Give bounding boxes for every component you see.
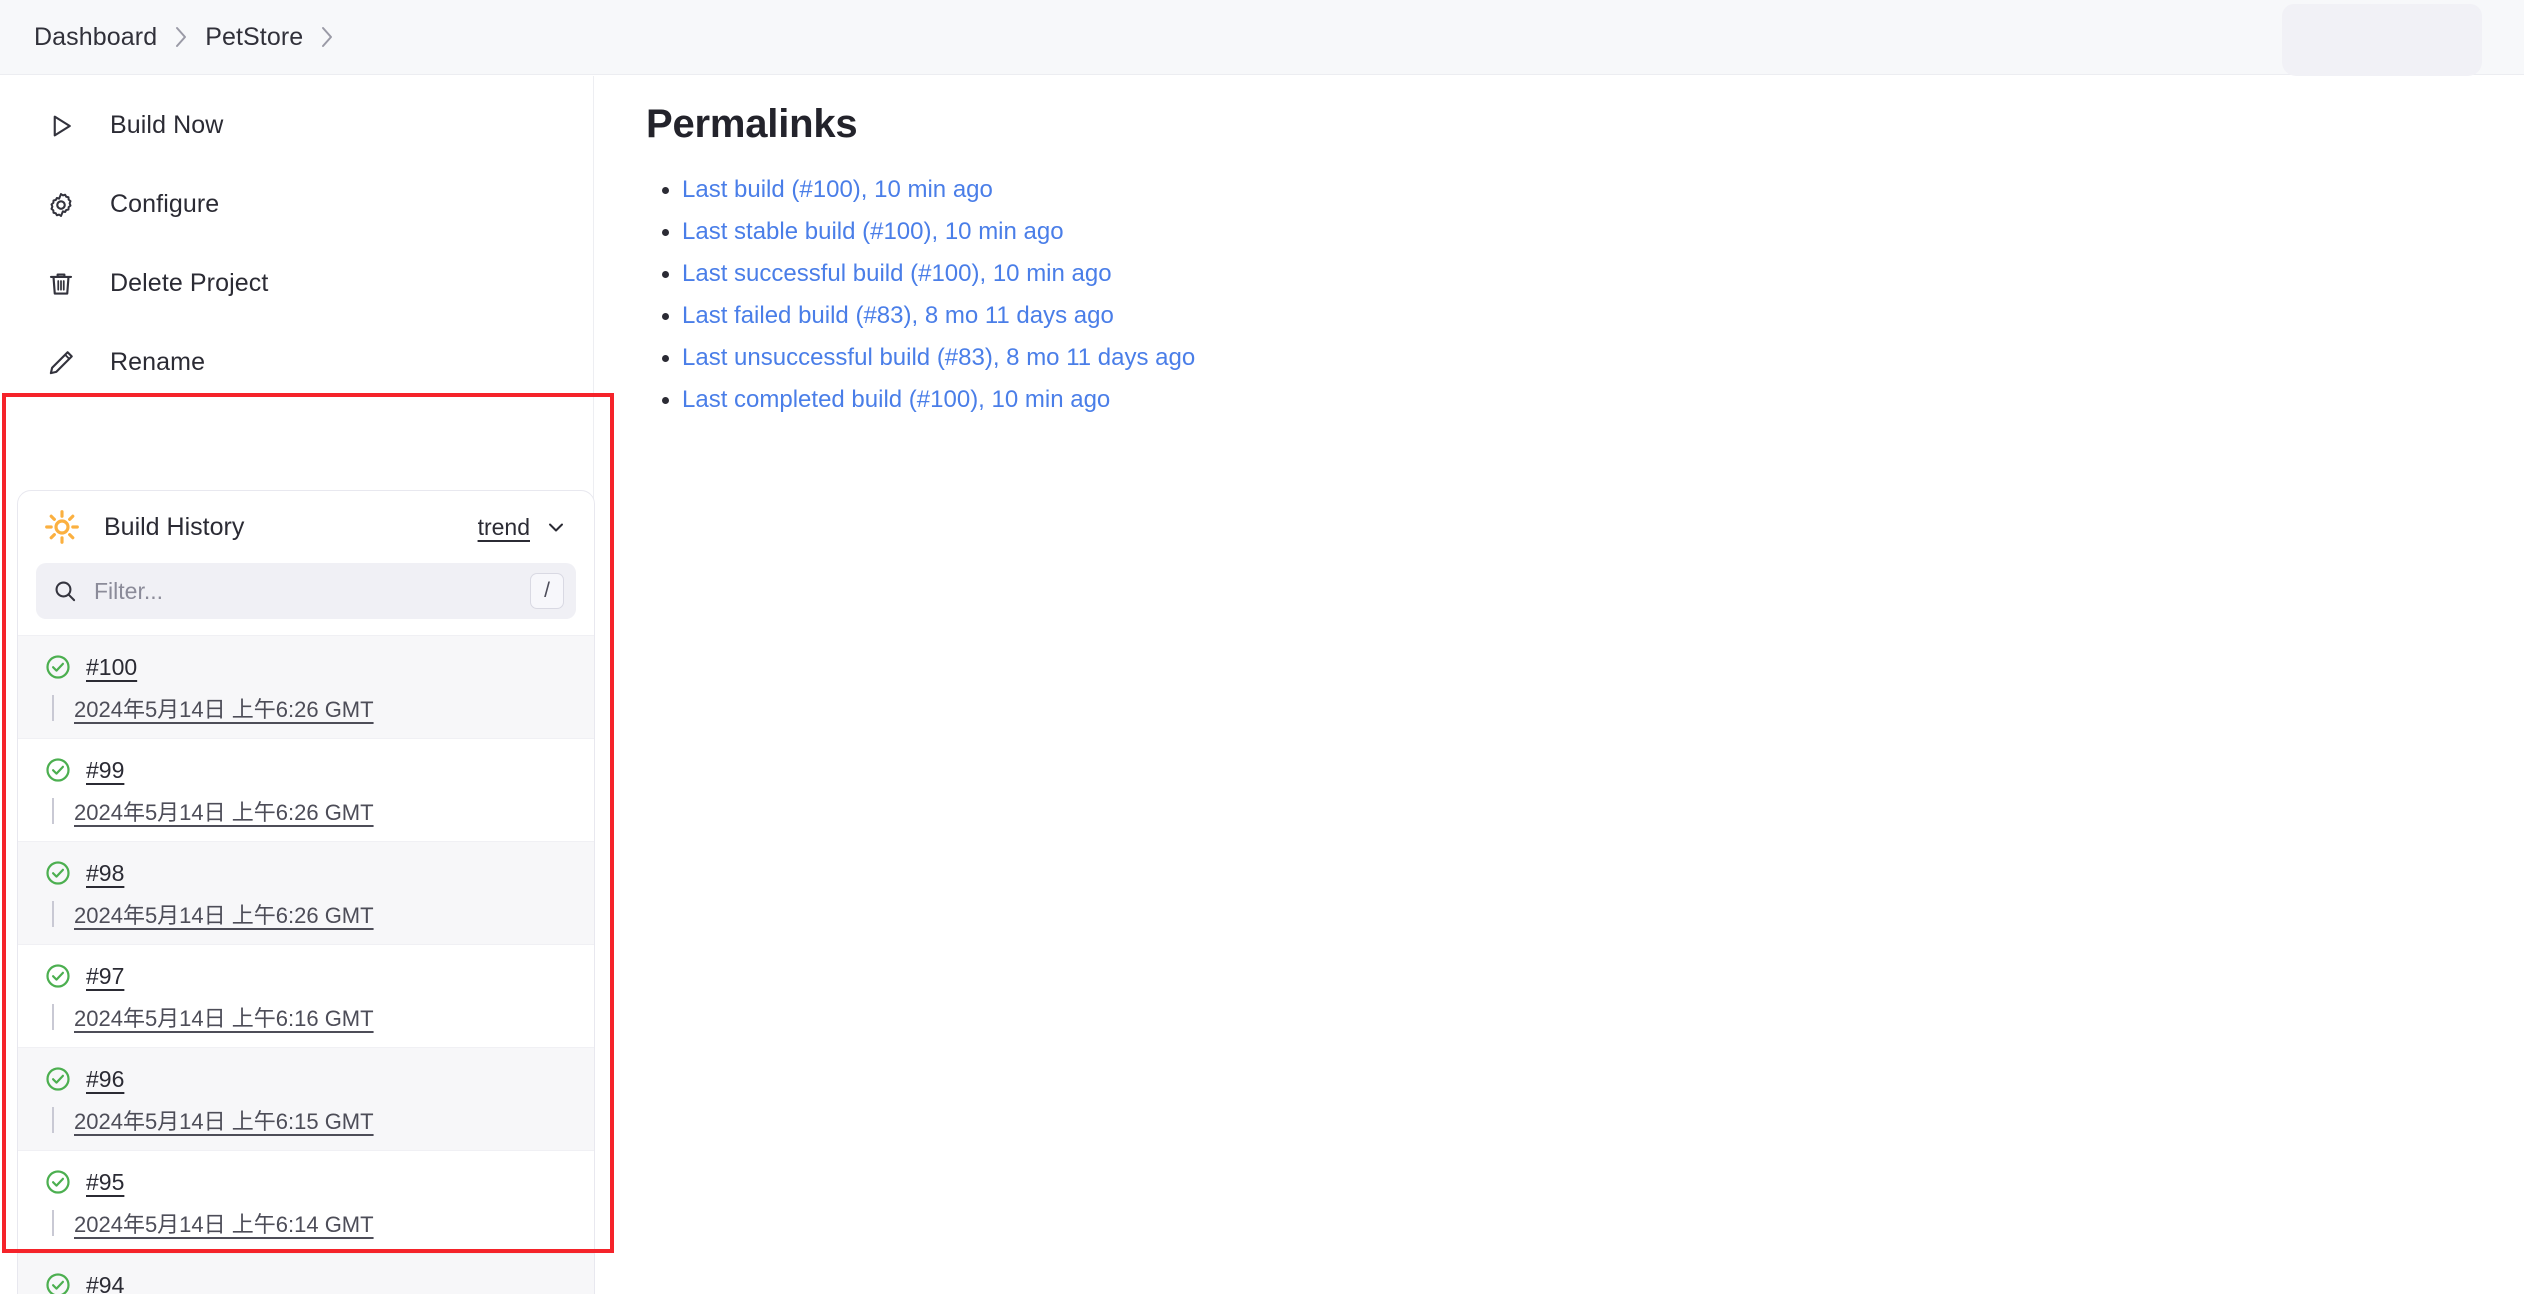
- sidebar-item-build-now[interactable]: Build Now: [0, 86, 593, 165]
- build-history-title: Build History: [104, 512, 245, 541]
- gear-icon: [44, 188, 78, 222]
- breadcrumb-bar: Dashboard PetStore: [0, 0, 2524, 76]
- row-divider: [52, 695, 54, 721]
- header-panel-placeholder: [2282, 4, 2482, 76]
- sidebar-item-rename[interactable]: Rename: [0, 323, 593, 402]
- success-check-icon: [44, 653, 72, 681]
- row-divider: [52, 1004, 54, 1030]
- build-history-list: #100 2024年5月14日 上午6:26 GMT #99 2024年5月14…: [18, 635, 594, 1294]
- build-row-96[interactable]: #96 2024年5月14日 上午6:15 GMT: [18, 1047, 594, 1150]
- sidebar-item-delete-project[interactable]: Delete Project: [0, 244, 593, 323]
- success-check-icon: [44, 1168, 72, 1196]
- build-number-link[interactable]: #95: [86, 1169, 124, 1196]
- build-date-link[interactable]: 2024年5月14日 上午6:26 GMT: [74, 898, 374, 930]
- list-item: Last failed build (#83), 8 mo 11 days ag…: [682, 302, 1195, 330]
- sidebar-item-configure[interactable]: Configure: [0, 165, 593, 244]
- trend-label: trend: [477, 513, 530, 540]
- search-icon: [52, 578, 78, 604]
- sidebar-item-label: Delete Project: [110, 269, 269, 297]
- build-row-95[interactable]: #95 2024年5月14日 上午6:14 GMT: [18, 1150, 594, 1253]
- permalink-last-build[interactable]: Last build (#100), 10 min ago: [682, 176, 993, 203]
- permalink-last-unsuccessful-build[interactable]: Last unsuccessful build (#83), 8 mo 11 d…: [682, 344, 1195, 371]
- build-number-link[interactable]: #97: [86, 963, 124, 990]
- build-row-100[interactable]: #100 2024年5月14日 上午6:26 GMT: [18, 635, 594, 738]
- row-divider: [52, 798, 54, 824]
- build-row-99[interactable]: #99 2024年5月14日 上午6:26 GMT: [18, 738, 594, 841]
- sidebar-item-label: Rename: [110, 348, 206, 376]
- build-date-link[interactable]: 2024年5月14日 上午6:26 GMT: [74, 692, 374, 724]
- build-history-filter-wrap: /: [18, 563, 594, 635]
- breadcrumb-chevron-icon: [161, 22, 201, 52]
- list-item: Last completed build (#100), 10 min ago: [682, 386, 1195, 414]
- build-row-98[interactable]: #98 2024年5月14日 上午6:26 GMT: [18, 841, 594, 944]
- build-history-card: Build History trend Filter... / #100 202…: [17, 490, 595, 1294]
- sidebar: Build Now Configure Delete Project Renam…: [0, 76, 595, 1294]
- build-number-link[interactable]: #99: [86, 757, 124, 784]
- success-check-icon: [44, 1271, 72, 1294]
- permalinks-list: Last build (#100), 10 min ago Last stabl…: [640, 176, 1195, 428]
- search-input[interactable]: [94, 577, 514, 605]
- permalink-last-stable-build[interactable]: Last stable build (#100), 10 min ago: [682, 218, 1064, 245]
- success-check-icon: [44, 756, 72, 784]
- filter-shortcut-badge: /: [530, 573, 564, 609]
- pencil-icon: [44, 346, 78, 380]
- build-date-link[interactable]: 2024年5月14日 上午6:16 GMT: [74, 1001, 374, 1033]
- trend-link[interactable]: trend: [478, 514, 568, 541]
- success-check-icon: [44, 962, 72, 990]
- row-divider: [52, 901, 54, 927]
- row-divider: [52, 1210, 54, 1236]
- breadcrumb: Dashboard PetStore: [0, 21, 347, 54]
- permalink-last-failed-build[interactable]: Last failed build (#83), 8 mo 11 days ag…: [682, 302, 1114, 329]
- row-divider: [52, 1107, 54, 1133]
- breadcrumb-item-dashboard[interactable]: Dashboard: [30, 21, 161, 54]
- build-history-header: Build History trend: [18, 491, 594, 563]
- filter-field[interactable]: /: [36, 563, 576, 619]
- list-item: Last stable build (#100), 10 min ago: [682, 218, 1195, 246]
- breadcrumb-chevron-icon-2[interactable]: [307, 22, 347, 52]
- permalink-last-completed-build[interactable]: Last completed build (#100), 10 min ago: [682, 386, 1110, 413]
- build-number-link[interactable]: #98: [86, 860, 124, 887]
- success-check-icon: [44, 859, 72, 887]
- list-item: Last build (#100), 10 min ago: [682, 176, 1195, 204]
- weather-sun-icon: [42, 507, 82, 547]
- build-row-97[interactable]: #97 2024年5月14日 上午6:16 GMT: [18, 944, 594, 1047]
- build-number-link[interactable]: #94: [86, 1272, 124, 1294]
- sidebar-item-label: Configure: [110, 190, 220, 218]
- main-content: Permalinks Last build (#100), 10 min ago…: [595, 76, 2524, 1294]
- breadcrumb-item-petstore[interactable]: PetStore: [201, 21, 307, 54]
- sidebar-item-label: Build Now: [110, 111, 224, 139]
- play-icon: [44, 109, 78, 143]
- build-date-link[interactable]: 2024年5月14日 上午6:26 GMT: [74, 795, 374, 827]
- chevron-down-icon: [544, 515, 568, 539]
- build-date-link[interactable]: 2024年5月14日 上午6:15 GMT: [74, 1104, 374, 1136]
- build-date-link[interactable]: 2024年5月14日 上午6:14 GMT: [74, 1207, 374, 1239]
- trash-icon: [44, 267, 78, 301]
- page-title: Permalinks: [646, 102, 858, 146]
- success-check-icon: [44, 1065, 72, 1093]
- build-number-link[interactable]: #96: [86, 1066, 124, 1093]
- build-row-94[interactable]: #94 2024年5月14日 上午6:14 GMT: [18, 1253, 594, 1294]
- list-item: Last successful build (#100), 10 min ago: [682, 260, 1195, 288]
- list-item: Last unsuccessful build (#83), 8 mo 11 d…: [682, 344, 1195, 372]
- build-number-link[interactable]: #100: [86, 654, 137, 681]
- sidebar-nav: Build Now Configure Delete Project Renam…: [0, 76, 593, 402]
- permalink-last-successful-build[interactable]: Last successful build (#100), 10 min ago: [682, 260, 1112, 287]
